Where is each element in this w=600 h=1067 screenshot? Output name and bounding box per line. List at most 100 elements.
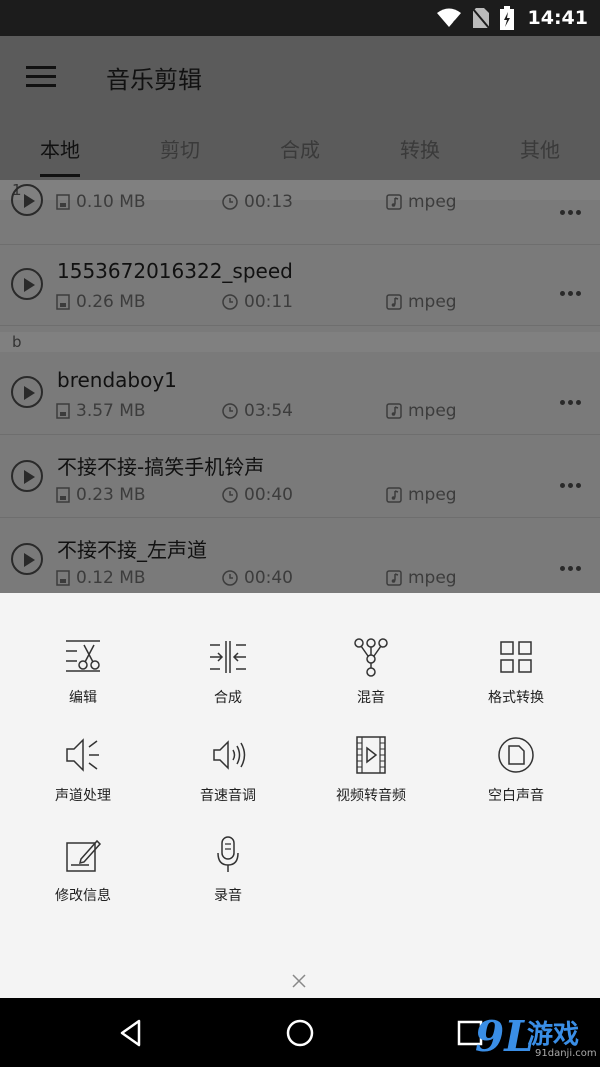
clock-icon — [222, 487, 238, 503]
page-title: 音乐剪辑 — [106, 66, 202, 94]
tab-local[interactable]: 本地 — [0, 134, 120, 163]
action-label: 混音 — [357, 690, 385, 706]
more-options-icon[interactable] — [560, 556, 590, 571]
item-size-text: 3.57 MB — [76, 401, 146, 421]
more-options-icon[interactable] — [560, 390, 590, 405]
item-format-text: mpeg — [408, 568, 457, 588]
item-size-text: 0.10 MB — [76, 192, 146, 212]
music-file-icon — [386, 294, 402, 310]
play-icon[interactable] — [11, 184, 43, 216]
item-name: brendaboy1 — [57, 368, 177, 392]
music-file-icon — [386, 194, 402, 210]
storage-icon — [56, 403, 70, 419]
item-size-text: 0.12 MB — [76, 568, 146, 588]
home-icon[interactable] — [285, 1018, 315, 1048]
channel-speaker-icon — [66, 738, 99, 772]
action-label: 合成 — [214, 690, 242, 706]
item-size-text: 0.23 MB — [76, 485, 146, 505]
play-icon[interactable] — [11, 460, 43, 492]
back-icon[interactable] — [117, 1018, 147, 1048]
action-merge[interactable]: 合成 — [168, 637, 288, 707]
mix-icon — [354, 638, 388, 677]
list-item[interactable]: 不接不接-搞笑手机铃声 0.23 MB 00:40 mpeg — [0, 435, 600, 518]
music-file-icon — [386, 403, 402, 419]
tab-other[interactable]: 其他 — [480, 134, 600, 163]
item-size-text: 0.26 MB — [76, 292, 146, 312]
item-duration-text: 00:40 — [244, 485, 293, 505]
play-icon[interactable] — [11, 543, 43, 575]
item-size: 0.26 MB — [56, 292, 146, 312]
music-file-icon — [386, 487, 402, 503]
list-item[interactable]: 0.10 MB 00:13 mpeg — [0, 180, 600, 245]
watermark-logo: 9L 游戏 91danji.com — [475, 1010, 600, 1067]
item-size: 0.10 MB — [56, 192, 146, 212]
item-format: mpeg — [386, 401, 457, 421]
item-duration: 00:40 — [222, 568, 293, 588]
action-blank-sound[interactable]: 空白声音 — [456, 735, 576, 805]
status-bar: 14:41 — [0, 0, 600, 36]
action-label: 编辑 — [69, 690, 97, 706]
item-size: 3.57 MB — [56, 401, 146, 421]
item-duration-text: 03:54 — [244, 401, 293, 421]
more-options-icon[interactable] — [560, 473, 590, 488]
action-label: 声道处理 — [55, 788, 111, 804]
item-format: mpeg — [386, 568, 457, 588]
item-duration-text: 00:11 — [244, 292, 293, 312]
merge-icon — [210, 641, 246, 673]
action-mix[interactable]: 混音 — [311, 637, 431, 707]
play-icon[interactable] — [11, 376, 43, 408]
action-sheet: 编辑 合成 混音 格式转换 声道处理 音速音调 视频转音频 空白声音 修改信息 … — [0, 593, 600, 998]
action-label: 空白声音 — [488, 788, 544, 804]
storage-icon — [56, 194, 70, 210]
play-icon[interactable] — [11, 268, 43, 300]
watermark-url: 91danji.com — [535, 1048, 597, 1059]
clock-icon — [222, 194, 238, 210]
list-item[interactable]: 1553672016322_speed 0.26 MB 00:11 mpeg — [0, 243, 600, 326]
action-edit[interactable]: 编辑 — [23, 637, 143, 707]
status-time: 14:41 — [527, 7, 588, 29]
action-channel[interactable]: 声道处理 — [23, 735, 143, 805]
wifi-icon — [436, 8, 461, 27]
item-duration-text: 00:13 — [244, 192, 293, 212]
item-duration: 00:13 — [222, 192, 293, 212]
tab-convert[interactable]: 转换 — [360, 134, 480, 163]
action-record[interactable]: 录音 — [168, 835, 288, 905]
edit-cut-icon — [66, 640, 100, 672]
action-video-to-audio[interactable]: 视频转音频 — [311, 735, 431, 805]
list-item[interactable]: 不接不接_左声道 0.12 MB 00:40 mpeg — [0, 518, 600, 593]
action-label: 格式转换 — [488, 690, 544, 706]
item-duration: 00:11 — [222, 292, 293, 312]
action-edit-info[interactable]: 修改信息 — [23, 835, 143, 905]
item-format: mpeg — [386, 485, 457, 505]
status-icons: 14:41 — [436, 0, 588, 36]
close-icon[interactable] — [289, 971, 309, 991]
clock-icon — [222, 570, 238, 586]
list-item[interactable]: brendaboy1 3.57 MB 03:54 mpeg — [0, 352, 600, 435]
tab-indicator — [40, 174, 80, 177]
item-duration: 00:40 — [222, 485, 293, 505]
item-format-text: mpeg — [408, 401, 457, 421]
item-duration-text: 00:40 — [244, 568, 293, 588]
action-label: 录音 — [214, 888, 242, 904]
item-name: 不接不接-搞笑手机铃声 — [57, 455, 265, 479]
tab-merge[interactable]: 合成 — [240, 134, 360, 163]
action-format-convert[interactable]: 格式转换 — [456, 637, 576, 707]
tab-cut[interactable]: 剪切 — [120, 134, 240, 163]
more-options-icon[interactable] — [560, 200, 590, 215]
music-file-icon — [386, 570, 402, 586]
format-grid-icon — [500, 641, 532, 673]
microphone-icon — [217, 836, 239, 872]
storage-icon — [56, 294, 70, 310]
edit-info-icon — [66, 839, 102, 872]
action-speed-pitch[interactable]: 音速音调 — [168, 735, 288, 805]
file-list: 1 0.10 MB 00:13 mpeg 1553672016322_speed… — [0, 180, 600, 593]
section-header: b — [0, 332, 600, 352]
item-name: 不接不接_左声道 — [57, 538, 207, 562]
clock-icon — [222, 294, 238, 310]
speed-pitch-icon — [213, 740, 246, 770]
more-options-icon[interactable] — [560, 281, 590, 296]
battery-charging-icon — [499, 6, 514, 30]
action-label: 修改信息 — [55, 888, 111, 904]
hamburger-menu-icon[interactable] — [26, 66, 56, 88]
item-size: 0.12 MB — [56, 568, 146, 588]
